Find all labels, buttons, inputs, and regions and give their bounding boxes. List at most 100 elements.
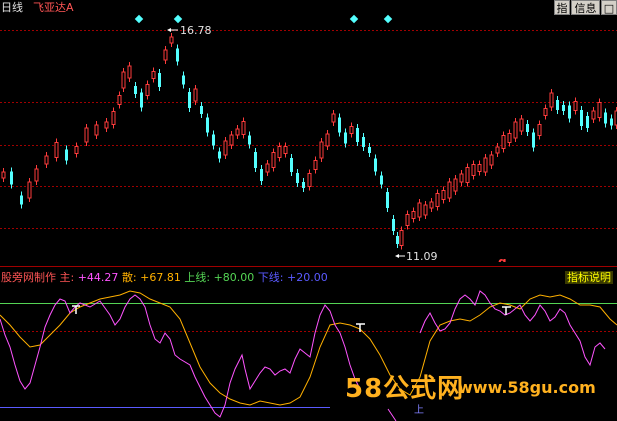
candle-body [241,121,246,135]
candle-body [290,158,293,172]
diamond-marker [134,14,144,24]
candle-body [169,36,174,44]
candle-body [356,128,359,142]
candle-body [435,193,440,207]
candle-body [543,108,548,116]
candle-body [94,124,99,136]
candle-body [349,126,354,134]
candle-body [392,219,395,231]
candle-body [591,110,596,120]
candle-body [513,121,518,139]
candle-body [483,157,488,173]
indicator-help-button[interactable]: 指标说明 [565,271,613,284]
candle-body [1,171,6,179]
candle-body [580,110,583,126]
bottom-mark: 上 [414,404,424,416]
candle-body [74,146,79,154]
candle-body [296,173,299,183]
diamond-marker [349,14,359,24]
candle-body [489,154,494,166]
diamond-marker [173,14,183,24]
candle-body [477,164,482,172]
candle-body [307,173,312,187]
candle-body [20,195,23,205]
candle-body [399,230,404,246]
candle-body [429,201,434,209]
candle-body [260,169,263,181]
candle-body [331,113,336,123]
high-annotation: 16.78 [167,24,212,37]
candle-body [423,204,428,216]
diamond-markers [134,14,393,24]
candle-body [453,178,458,192]
indicator-source: 股旁网制作 [1,271,56,284]
candle-body [271,152,276,168]
candle-body [218,151,221,159]
candle-body [507,133,512,143]
candle-body [362,137,365,147]
candle-body [556,100,559,110]
candle-body [188,92,191,108]
candle-body [145,84,150,96]
candle-body [519,118,524,132]
candle-body [265,163,270,173]
candle-body [319,141,324,159]
candle-body [344,132,347,144]
candle-body [235,128,240,136]
candle-body [140,92,143,108]
candle-body [396,236,399,244]
candle-body [302,182,305,188]
upper-value: +80.00 [213,271,255,284]
candle-body [121,71,126,89]
lower-value: +20.00 [287,271,328,284]
candle-body [471,164,476,176]
candle-body [459,173,464,183]
candle-body [405,214,410,226]
marker-q: q [498,255,507,262]
candle-body [54,142,59,158]
candle-body [151,71,156,79]
candle-body [283,146,288,154]
candle-body [212,134,215,146]
candle-body [277,146,282,158]
candle-body [27,181,32,199]
candles [1,33,617,250]
candle-body [200,106,203,114]
main-label: 主: [59,271,75,284]
diamond-marker [383,14,393,24]
candle-body [526,124,529,132]
candle-body [176,48,179,62]
candle-body [465,167,470,183]
main-line [0,294,361,418]
san-label: 散: [121,271,137,284]
candle-body [223,140,228,156]
candle-body [34,168,39,182]
candle-body [229,134,234,146]
candle-body [368,147,371,153]
candle-body [417,202,422,218]
candle-body [158,73,161,87]
candle-body [193,88,198,102]
candle-body [65,149,68,161]
panel-divider [0,266,617,267]
candle-body [386,192,389,208]
candle-body [562,105,565,111]
candle-body [313,160,318,170]
candle-body [182,75,185,85]
grid [0,30,617,229]
main-value: +44.27 [77,271,119,284]
lower-label: 下线: [257,271,284,284]
candlestick-chart: 16.78 11.09 q [0,14,617,262]
watermark-url: www.58gu.com [458,378,596,397]
candle-body [325,133,330,147]
candle-body [495,146,500,154]
low-annotation: 11.09 [395,250,438,262]
candle-body [597,102,602,118]
candle-body [586,116,589,128]
candle-body [380,175,383,185]
candle-body [604,112,607,124]
indicator-chart: 上 [0,290,617,421]
candle-body [501,135,506,149]
candle-body [206,117,209,133]
candle-body [104,121,109,129]
